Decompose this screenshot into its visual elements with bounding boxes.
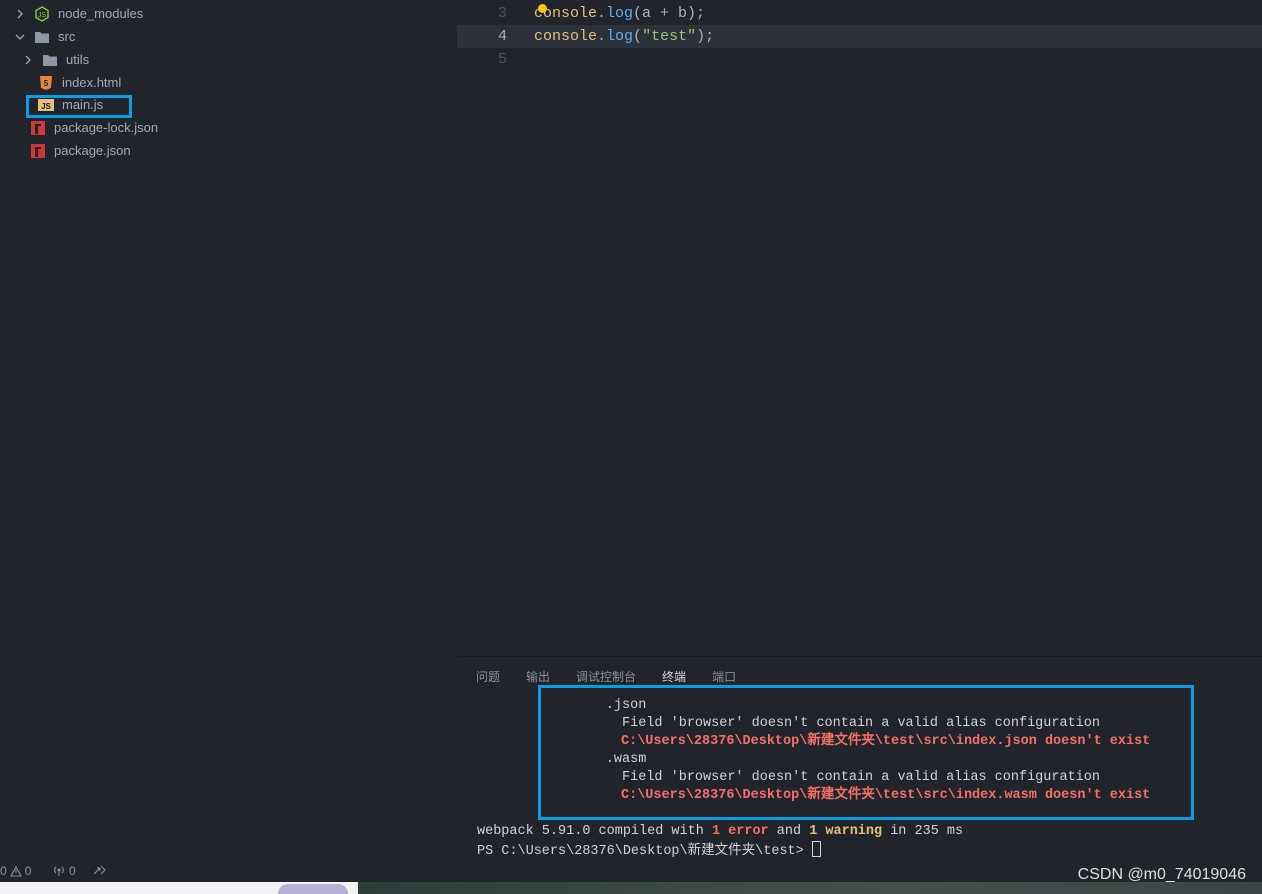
terminal-prompt-line[interactable]: PS C:\Users\28376\Desktop\新建文件夹\test> (477, 841, 821, 861)
summary-text: in 235 ms (882, 824, 964, 839)
code-line[interactable]: 4 console.log("test"); (457, 25, 1262, 48)
line-code: console.log("test"); (534, 25, 714, 48)
error-count: 1 error (711, 824, 769, 839)
token: log (606, 5, 634, 22)
broadcast-icon (54, 866, 64, 876)
line-number: 3 (497, 5, 507, 22)
warning-count: 1 warning (809, 824, 883, 839)
status-bar: 0 0 0 CSDN @m0_74019046 (0, 862, 1262, 883)
nodejs-folder-icon: JS (34, 6, 50, 22)
tab-debug-console[interactable]: 调试控制台 (576, 667, 636, 687)
line-number: 5 (497, 51, 507, 68)
token: . (597, 28, 607, 45)
tree-item-package-lock-json[interactable]: package-lock.json (30, 117, 158, 139)
warning-icon (9, 865, 22, 877)
live-share-status[interactable] (92, 864, 106, 876)
token: console (534, 28, 598, 45)
tree-item-label: package-lock.json (54, 120, 159, 135)
panel-tabs: 问题 输出 调试控制台 终端 端口 (476, 667, 762, 687)
npm-icon (30, 143, 46, 159)
chevron-down-icon (14, 31, 26, 43)
folder-open-icon (34, 29, 50, 45)
desktop-strip-right (358, 882, 1262, 894)
error-count: 0 (0, 864, 7, 878)
svg-text:5: 5 (44, 79, 49, 88)
summary-text: and (768, 824, 810, 839)
tree-item-label: package.json (54, 143, 131, 158)
svg-text:JS: JS (38, 12, 47, 19)
bottom-panel: 问题 输出 调试控制台 终端 端口 .json Field 'browser' … (457, 656, 1262, 863)
warning-count: 0 (24, 864, 32, 878)
desktop-strip-image (278, 884, 348, 894)
summary-text: webpack 5.91.0 compiled with (477, 824, 712, 839)
tab-output[interactable]: 输出 (526, 667, 550, 687)
desktop-strip (0, 882, 1262, 894)
tree-item-package-json[interactable]: package.json (30, 140, 131, 162)
tree-item-src[interactable]: src (14, 26, 75, 48)
token: (a + b); (633, 5, 706, 22)
lightbulb-icon[interactable] (538, 4, 547, 13)
token: ( (633, 28, 643, 45)
code-line[interactable]: 3 console.log(a + b); (457, 2, 1262, 25)
terminal-cursor (811, 841, 821, 857)
npm-icon (30, 120, 46, 136)
tree-item-label: node_modules (58, 6, 144, 21)
tab-problems[interactable]: 问题 (476, 667, 500, 687)
webpack-summary-line: webpack 5.91.0 compiled with 1 error and… (477, 823, 963, 841)
code-editor[interactable]: 3 console.log(a + b); 4 console.log("tes… (457, 0, 1262, 656)
tree-item-node-modules[interactable]: JS node_modules (14, 3, 143, 25)
tab-terminal[interactable]: 终端 (662, 667, 686, 687)
problems-status[interactable]: 0 0 (0, 864, 31, 878)
live-share-icon (93, 865, 106, 875)
code-line[interactable]: 5 (457, 48, 1262, 71)
tree-item-index-html[interactable]: 5 index.html (38, 72, 121, 94)
tree-item-utils[interactable]: utils (22, 49, 89, 71)
explorer-sidebar: JS node_modules src utils 5 index.html J… (0, 0, 457, 862)
html5-icon: 5 (38, 75, 54, 91)
token: log (606, 28, 634, 45)
tree-item-label: index.html (62, 75, 122, 90)
line-number: 4 (497, 28, 507, 45)
prompt-text: PS C:\Users\28376\Desktop\新建文件夹\test> (477, 844, 812, 859)
token: ); (696, 28, 715, 45)
folder-icon (42, 52, 58, 68)
chevron-right-icon (22, 54, 34, 66)
token: . (597, 5, 607, 22)
tab-ports[interactable]: 端口 (712, 667, 736, 687)
error-highlight-box (538, 685, 1194, 820)
tree-item-label: src (58, 29, 76, 44)
line-code: console.log(a + b); (534, 2, 705, 25)
tree-item-label: utils (66, 52, 90, 67)
chevron-right-icon (14, 8, 26, 20)
ports-status[interactable]: 0 (52, 864, 76, 878)
token: "test" (642, 28, 697, 45)
main-js-highlight-box (26, 95, 132, 118)
ports-count: 0 (69, 864, 76, 878)
